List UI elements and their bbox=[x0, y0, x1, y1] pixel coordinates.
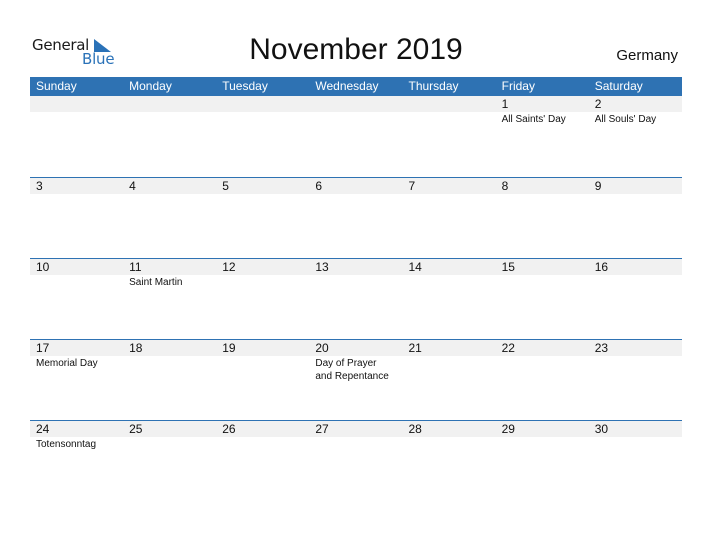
calendar-grid: Sunday Monday Tuesday Wednesday Thursday… bbox=[30, 77, 682, 501]
week-row: 1 2 All Saints' Day All Souls' Day bbox=[30, 96, 682, 177]
holiday-label bbox=[403, 356, 496, 383]
day-number: 21 bbox=[408, 341, 422, 355]
holiday-label bbox=[216, 194, 309, 195]
day-number: 4 bbox=[129, 179, 136, 193]
day-number bbox=[30, 96, 123, 112]
week-row: 17 18 19 20 21 22 23 Memorial Day Day of Prayer … bbox=[30, 339, 682, 420]
holiday-label bbox=[216, 356, 309, 383]
weekday-sunday: Sunday bbox=[36, 79, 77, 93]
holiday-label bbox=[589, 275, 682, 289]
day-number: 23 bbox=[594, 341, 609, 355]
day-number: 28 bbox=[408, 422, 422, 436]
day-number: 7 bbox=[408, 179, 416, 193]
holiday-label bbox=[403, 275, 496, 289]
holiday-label bbox=[589, 194, 682, 195]
holiday-label bbox=[496, 275, 589, 289]
weekday-tuesday: Tuesday bbox=[222, 79, 268, 93]
day-number: 3 bbox=[36, 179, 43, 193]
weeks-container: 1 2 All Saints' Day All Souls' Day 3 4 5 6 7 8 9 10… bbox=[30, 96, 682, 501]
day-number: 26 bbox=[222, 422, 236, 436]
holiday-label bbox=[123, 437, 216, 451]
weekday-monday: Monday bbox=[129, 79, 172, 93]
holiday-row: Totensonntag bbox=[30, 437, 682, 451]
holiday-label bbox=[403, 437, 496, 451]
holiday-label bbox=[123, 356, 216, 383]
holiday-label: All Saints' Day bbox=[501, 114, 566, 125]
day-number: 24 bbox=[36, 422, 50, 436]
holiday-label: Saint Martin bbox=[129, 277, 183, 288]
holiday-label bbox=[123, 112, 216, 126]
holiday-label bbox=[30, 194, 123, 195]
weekday-friday: Friday bbox=[501, 79, 535, 93]
holiday-label bbox=[403, 112, 496, 126]
week-row: 24 25 26 27 28 29 30 Totensonntag bbox=[30, 420, 682, 501]
holiday-label bbox=[496, 356, 589, 383]
date-number-row: 12 bbox=[30, 96, 682, 112]
date-number-row: 3 4 5 6 7 8 9 bbox=[30, 178, 682, 194]
holiday-label bbox=[496, 437, 589, 451]
day-number: 8 bbox=[501, 179, 509, 193]
day-number: 20 bbox=[315, 341, 329, 355]
holiday-row bbox=[30, 194, 682, 195]
weekday-saturday: Saturday bbox=[594, 79, 643, 93]
day-number: 25 bbox=[129, 422, 143, 436]
holiday-label: Totensonntag bbox=[36, 439, 97, 450]
day-number: 12 bbox=[222, 260, 236, 274]
day-number: 2 bbox=[594, 97, 602, 111]
week-row: 3 4 5 6 7 8 9 bbox=[30, 177, 682, 258]
holiday-row: All Saints' Day All Souls' Day bbox=[30, 112, 682, 126]
day-number: 16 bbox=[594, 260, 609, 274]
holiday-label bbox=[216, 112, 309, 126]
holiday-label bbox=[309, 437, 402, 451]
day-number: 11 bbox=[129, 260, 142, 274]
holiday-label bbox=[30, 275, 123, 289]
week-row: 10 11 12 13 14 15 16 Saint Martin bbox=[30, 258, 682, 339]
day-number bbox=[309, 96, 402, 112]
weekday-wednesday: Wednesday bbox=[315, 79, 379, 93]
weekday-thursday: Thursday bbox=[408, 79, 459, 93]
day-number: 15 bbox=[501, 260, 515, 274]
day-number: 27 bbox=[315, 422, 329, 436]
day-number: 18 bbox=[129, 341, 143, 355]
holiday-label: Day of Prayer and Repentance bbox=[315, 358, 389, 382]
day-number: 13 bbox=[315, 260, 329, 274]
holiday-label bbox=[309, 194, 402, 195]
day-number bbox=[216, 96, 309, 112]
date-number-row: 24 25 26 27 28 29 30 bbox=[30, 421, 682, 437]
day-number: 6 bbox=[315, 179, 323, 193]
holiday-label bbox=[123, 194, 216, 195]
day-number: 10 bbox=[36, 260, 50, 274]
weekday-header-row: Sunday Monday Tuesday Wednesday Thursday… bbox=[30, 77, 682, 96]
country-label: Germany bbox=[616, 47, 678, 64]
day-number: 5 bbox=[222, 179, 229, 193]
date-number-row: 10 11 12 13 14 15 16 bbox=[30, 259, 682, 275]
holiday-label bbox=[309, 112, 402, 126]
calendar-title: November 2019 bbox=[249, 33, 463, 66]
day-number: 1 bbox=[501, 97, 509, 111]
date-number-row: 17 18 19 20 21 22 23 bbox=[30, 340, 682, 356]
holiday-label bbox=[403, 194, 496, 195]
holiday-label bbox=[496, 194, 589, 195]
day-number: 19 bbox=[222, 341, 236, 355]
day-number bbox=[403, 96, 496, 112]
day-number: 22 bbox=[501, 341, 515, 355]
holiday-label bbox=[589, 437, 682, 451]
day-number: 29 bbox=[501, 422, 515, 436]
day-number: 9 bbox=[594, 179, 602, 193]
holiday-label bbox=[309, 275, 402, 289]
holiday-row: Saint Martin bbox=[30, 275, 682, 289]
holiday-label bbox=[30, 112, 123, 126]
day-number: 14 bbox=[408, 260, 422, 274]
holiday-label: All Souls' Day bbox=[594, 114, 657, 125]
holiday-label bbox=[216, 437, 309, 451]
holiday-row: Memorial Day Day of Prayer and Repentance bbox=[30, 356, 682, 383]
holiday-label bbox=[216, 275, 309, 289]
day-number bbox=[123, 96, 216, 112]
holiday-label bbox=[589, 356, 682, 383]
day-number: 30 bbox=[594, 422, 609, 436]
day-number: 17 bbox=[36, 341, 50, 355]
holiday-label: Memorial Day bbox=[36, 358, 98, 369]
